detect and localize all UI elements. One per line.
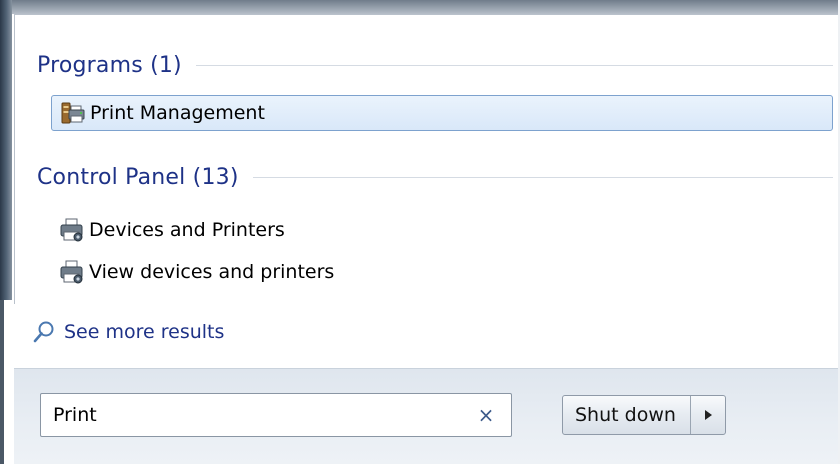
window-frame-top	[0, 0, 840, 14]
clear-search-icon[interactable]: ×	[471, 403, 501, 427]
shutdown-control: Shut down	[562, 395, 726, 435]
start-menu-search-results: Programs (1) Print Management Control Pa…	[0, 0, 840, 464]
window-frame-left	[0, 0, 12, 300]
shutdown-options-button[interactable]	[691, 396, 725, 434]
printer-icon	[59, 217, 85, 243]
group-divider	[252, 176, 833, 178]
printer-icon	[59, 259, 85, 285]
search-box: ×	[40, 393, 512, 437]
see-more-area: See more results	[14, 304, 840, 368]
group-header-programs: Programs (1)	[37, 49, 840, 81]
result-item-label: Print Management	[90, 102, 265, 124]
search-icon	[32, 320, 56, 344]
result-item-view-devices-and-printers[interactable]: View devices and printers	[51, 254, 334, 290]
search-input[interactable]	[41, 393, 471, 437]
result-item-devices-and-printers[interactable]: Devices and Printers	[51, 212, 285, 248]
print-management-icon	[60, 100, 86, 126]
group-header-control-panel: Control Panel (13)	[37, 161, 840, 193]
group-title-control-panel: Control Panel (13)	[37, 164, 239, 190]
start-menu-bottom-bar: × Shut down	[14, 368, 840, 464]
group-divider	[195, 64, 833, 66]
window-frame-left-lower	[0, 300, 4, 464]
group-title-programs: Programs (1)	[37, 52, 182, 78]
shut-down-button[interactable]: Shut down	[563, 396, 691, 434]
see-more-label: See more results	[64, 321, 225, 343]
result-item-label: Devices and Printers	[89, 219, 285, 241]
arrow-right-icon	[703, 406, 713, 425]
result-item-label: View devices and printers	[89, 261, 335, 283]
results-pane: Programs (1) Print Management Control Pa…	[14, 14, 840, 305]
see-more-results-link[interactable]: See more results	[32, 320, 224, 344]
result-item-print-management[interactable]: Print Management	[51, 95, 833, 131]
